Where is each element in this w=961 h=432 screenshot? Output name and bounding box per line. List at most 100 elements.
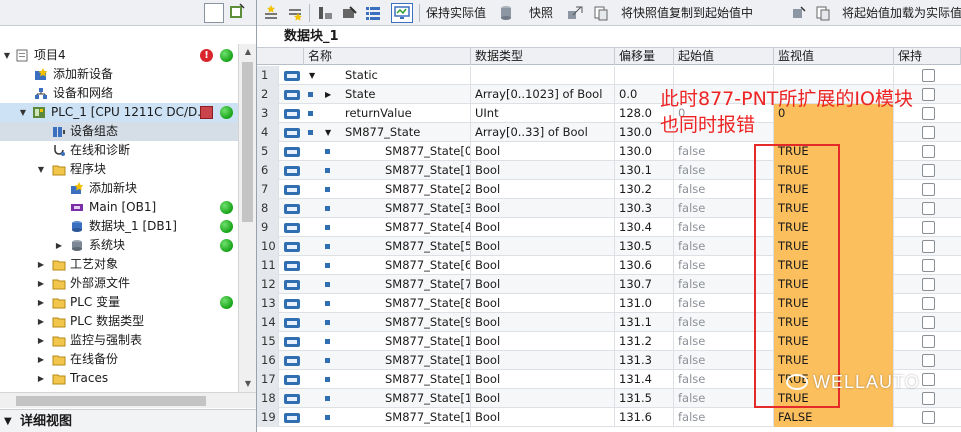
cell-data-type[interactable]: Bool bbox=[471, 408, 615, 427]
expand-icon[interactable]: ▶ bbox=[36, 274, 46, 293]
table-row[interactable]: 16 SM877_State[11]Bool131.3falseTRUE bbox=[257, 351, 961, 370]
cell-name[interactable]: SM877_State[10] bbox=[381, 332, 471, 351]
tree-item-online-backups[interactable]: ▶ 在线备份 bbox=[0, 350, 238, 369]
cell-name[interactable]: SM877_State[2] bbox=[381, 180, 471, 199]
header-data-type[interactable]: 数据类型 bbox=[471, 48, 615, 65]
cell-data-type[interactable]: Bool bbox=[471, 142, 615, 161]
cell-data-type[interactable]: Bool bbox=[471, 218, 615, 237]
retain-checkbox[interactable] bbox=[922, 373, 935, 386]
cell-start-value[interactable]: false bbox=[674, 256, 774, 275]
cell-name[interactable]: SM877_State bbox=[341, 123, 471, 142]
cell-name[interactable]: SM877_State[3] bbox=[381, 199, 471, 218]
header-monitor-value[interactable]: 监视值 bbox=[774, 48, 894, 65]
expand-icon[interactable]: ▶ bbox=[36, 312, 46, 331]
table-row[interactable]: 1 ▼ Static bbox=[257, 66, 961, 85]
cell-name[interactable]: SM877_State[12] bbox=[381, 370, 471, 389]
table-row[interactable]: 7 SM877_State[2] Bool 130.2 false TRUE bbox=[257, 180, 961, 199]
collapse-icon[interactable]: ▼ bbox=[309, 66, 315, 85]
tree-horizontal-scrollbar[interactable] bbox=[0, 392, 256, 408]
cell-data-type[interactable]: Array[0..1023] of Bool bbox=[471, 85, 615, 104]
cell-start-value[interactable]: false bbox=[674, 351, 774, 370]
cell-data-type[interactable]: Bool bbox=[471, 389, 615, 408]
scroll-thumb[interactable] bbox=[16, 396, 206, 406]
tree-item-plc-data-types[interactable]: ▶ PLC 数据类型 bbox=[0, 312, 238, 331]
retain-checkbox[interactable] bbox=[922, 316, 935, 329]
retain-checkbox[interactable] bbox=[922, 183, 935, 196]
cell-name[interactable]: SM877_State[4] bbox=[381, 218, 471, 237]
keep-actual-values-button[interactable]: 保持实际值 bbox=[426, 0, 486, 26]
load-values-icon[interactable] bbox=[815, 5, 831, 21]
list-icon[interactable] bbox=[365, 5, 381, 21]
retain-checkbox[interactable] bbox=[922, 145, 935, 158]
load-start-as-actual-button[interactable]: 将起始值加载为实际值 bbox=[842, 0, 961, 26]
cell-start-value[interactable] bbox=[674, 66, 774, 85]
expand-icon[interactable]: ▶ bbox=[36, 331, 46, 350]
table-row[interactable]: 14 SM877_State[9] Bool 131.1 false TRUE bbox=[257, 313, 961, 332]
scroll-up-icon[interactable]: ▲ bbox=[239, 44, 257, 60]
retain-checkbox[interactable] bbox=[922, 278, 935, 291]
header-offset[interactable]: 偏移量 bbox=[615, 48, 674, 65]
snapshot-db-icon[interactable] bbox=[499, 5, 515, 21]
cell-data-type[interactable]: Bool bbox=[471, 370, 615, 389]
table-row[interactable]: 6 SM877_State[1] Bool 130.1 false TRUE bbox=[257, 161, 961, 180]
cell-start-value[interactable]: false bbox=[674, 218, 774, 237]
tree-item-program-blocks[interactable]: ▼ 程序块 bbox=[0, 160, 238, 179]
expand-icon[interactable]: ▶ bbox=[54, 236, 64, 255]
retain-checkbox[interactable] bbox=[922, 297, 935, 310]
retain-checkbox[interactable] bbox=[922, 69, 935, 82]
monitor-all-icon[interactable] bbox=[391, 3, 413, 23]
scroll-thumb[interactable] bbox=[242, 62, 253, 222]
table-row[interactable]: 8 SM877_State[3] Bool 130.3 false TRUE bbox=[257, 199, 961, 218]
header-start-value[interactable]: 起始值 bbox=[674, 48, 774, 65]
cell-start-value[interactable]: false bbox=[674, 389, 774, 408]
cell-start-value[interactable]: false bbox=[674, 332, 774, 351]
cell-name[interactable]: returnValue bbox=[341, 104, 471, 123]
cell-name[interactable]: SM877_State[5] bbox=[381, 237, 471, 256]
expand-icon[interactable]: ▶ bbox=[36, 369, 46, 388]
table-row[interactable]: 9 SM877_State[4] Bool 130.4 false TRUE bbox=[257, 218, 961, 237]
collapse-icon[interactable]: ▼ bbox=[325, 123, 331, 142]
tree-item-project[interactable]: ▼ 项目4 ! bbox=[0, 46, 238, 65]
cell-data-type[interactable]: Bool bbox=[471, 275, 615, 294]
cell-name[interactable]: SM877_State[8] bbox=[381, 294, 471, 313]
tree-item-technology-objects[interactable]: ▶ 工艺对象 bbox=[0, 255, 238, 274]
collapse-all-icon[interactable] bbox=[341, 5, 357, 21]
cell-start-value[interactable]: false bbox=[674, 142, 774, 161]
tree-item-add-block[interactable]: 添加新块 bbox=[0, 179, 238, 198]
cell-data-type[interactable]: Bool bbox=[471, 180, 615, 199]
cell-start-value[interactable]: false bbox=[674, 313, 774, 332]
table-row[interactable]: 15 SM877_State[10]Bool131.2falseTRUE bbox=[257, 332, 961, 351]
retain-checkbox[interactable] bbox=[922, 202, 935, 215]
tree-item-devices-networks[interactable]: 设备和网络 bbox=[0, 84, 238, 103]
cell-data-type[interactable]: Bool bbox=[471, 256, 615, 275]
cell-name[interactable]: SM877_State[11] bbox=[381, 351, 471, 370]
retain-checkbox[interactable] bbox=[922, 259, 935, 272]
tree-item-watch-force-tables[interactable]: ▶ 监控与强制表 bbox=[0, 331, 238, 350]
cell-name[interactable]: SM877_State[1] bbox=[381, 161, 471, 180]
retain-checkbox[interactable] bbox=[922, 335, 935, 348]
cell-start-value[interactable]: false bbox=[674, 180, 774, 199]
cell-start-value[interactable]: false bbox=[674, 294, 774, 313]
tree-item-main-ob1[interactable]: Main [OB1] bbox=[0, 198, 238, 217]
table-row[interactable]: 11 SM877_State[6] Bool 130.6 false TRUE bbox=[257, 256, 961, 275]
cell-name[interactable]: Static bbox=[341, 66, 471, 85]
expand-icon[interactable]: ▶ bbox=[36, 350, 46, 369]
tree-item-plc-tags[interactable]: ▶ PLC 变量 bbox=[0, 293, 238, 312]
cell-data-type[interactable]: Bool bbox=[471, 351, 615, 370]
expand-icon[interactable]: ▶ bbox=[325, 85, 331, 104]
cell-start-value[interactable]: false bbox=[674, 199, 774, 218]
collapse-icon[interactable]: ▼ bbox=[36, 160, 46, 179]
tree-vertical-scrollbar[interactable]: ▲ ▼ bbox=[238, 44, 256, 392]
cell-start-value[interactable]: false bbox=[674, 161, 774, 180]
cell-data-type[interactable]: Array[0..33] of Bool bbox=[471, 123, 615, 142]
table-row[interactable]: 10 SM877_State[5] Bool 130.5 false TRUE bbox=[257, 237, 961, 256]
retain-checkbox[interactable] bbox=[922, 221, 935, 234]
add-icon[interactable] bbox=[228, 3, 248, 23]
cell-start-value[interactable]: false bbox=[674, 237, 774, 256]
header-name[interactable]: 名称 bbox=[304, 48, 471, 65]
cell-name[interactable]: SM877_State[7] bbox=[381, 275, 471, 294]
list-view-icon[interactable] bbox=[204, 3, 224, 23]
cell-name[interactable]: SM877_State[0] bbox=[381, 142, 471, 161]
cell-name[interactable]: SM877_State[9] bbox=[381, 313, 471, 332]
tree-item-system-blocks[interactable]: ▶ 系统块 bbox=[0, 236, 238, 255]
